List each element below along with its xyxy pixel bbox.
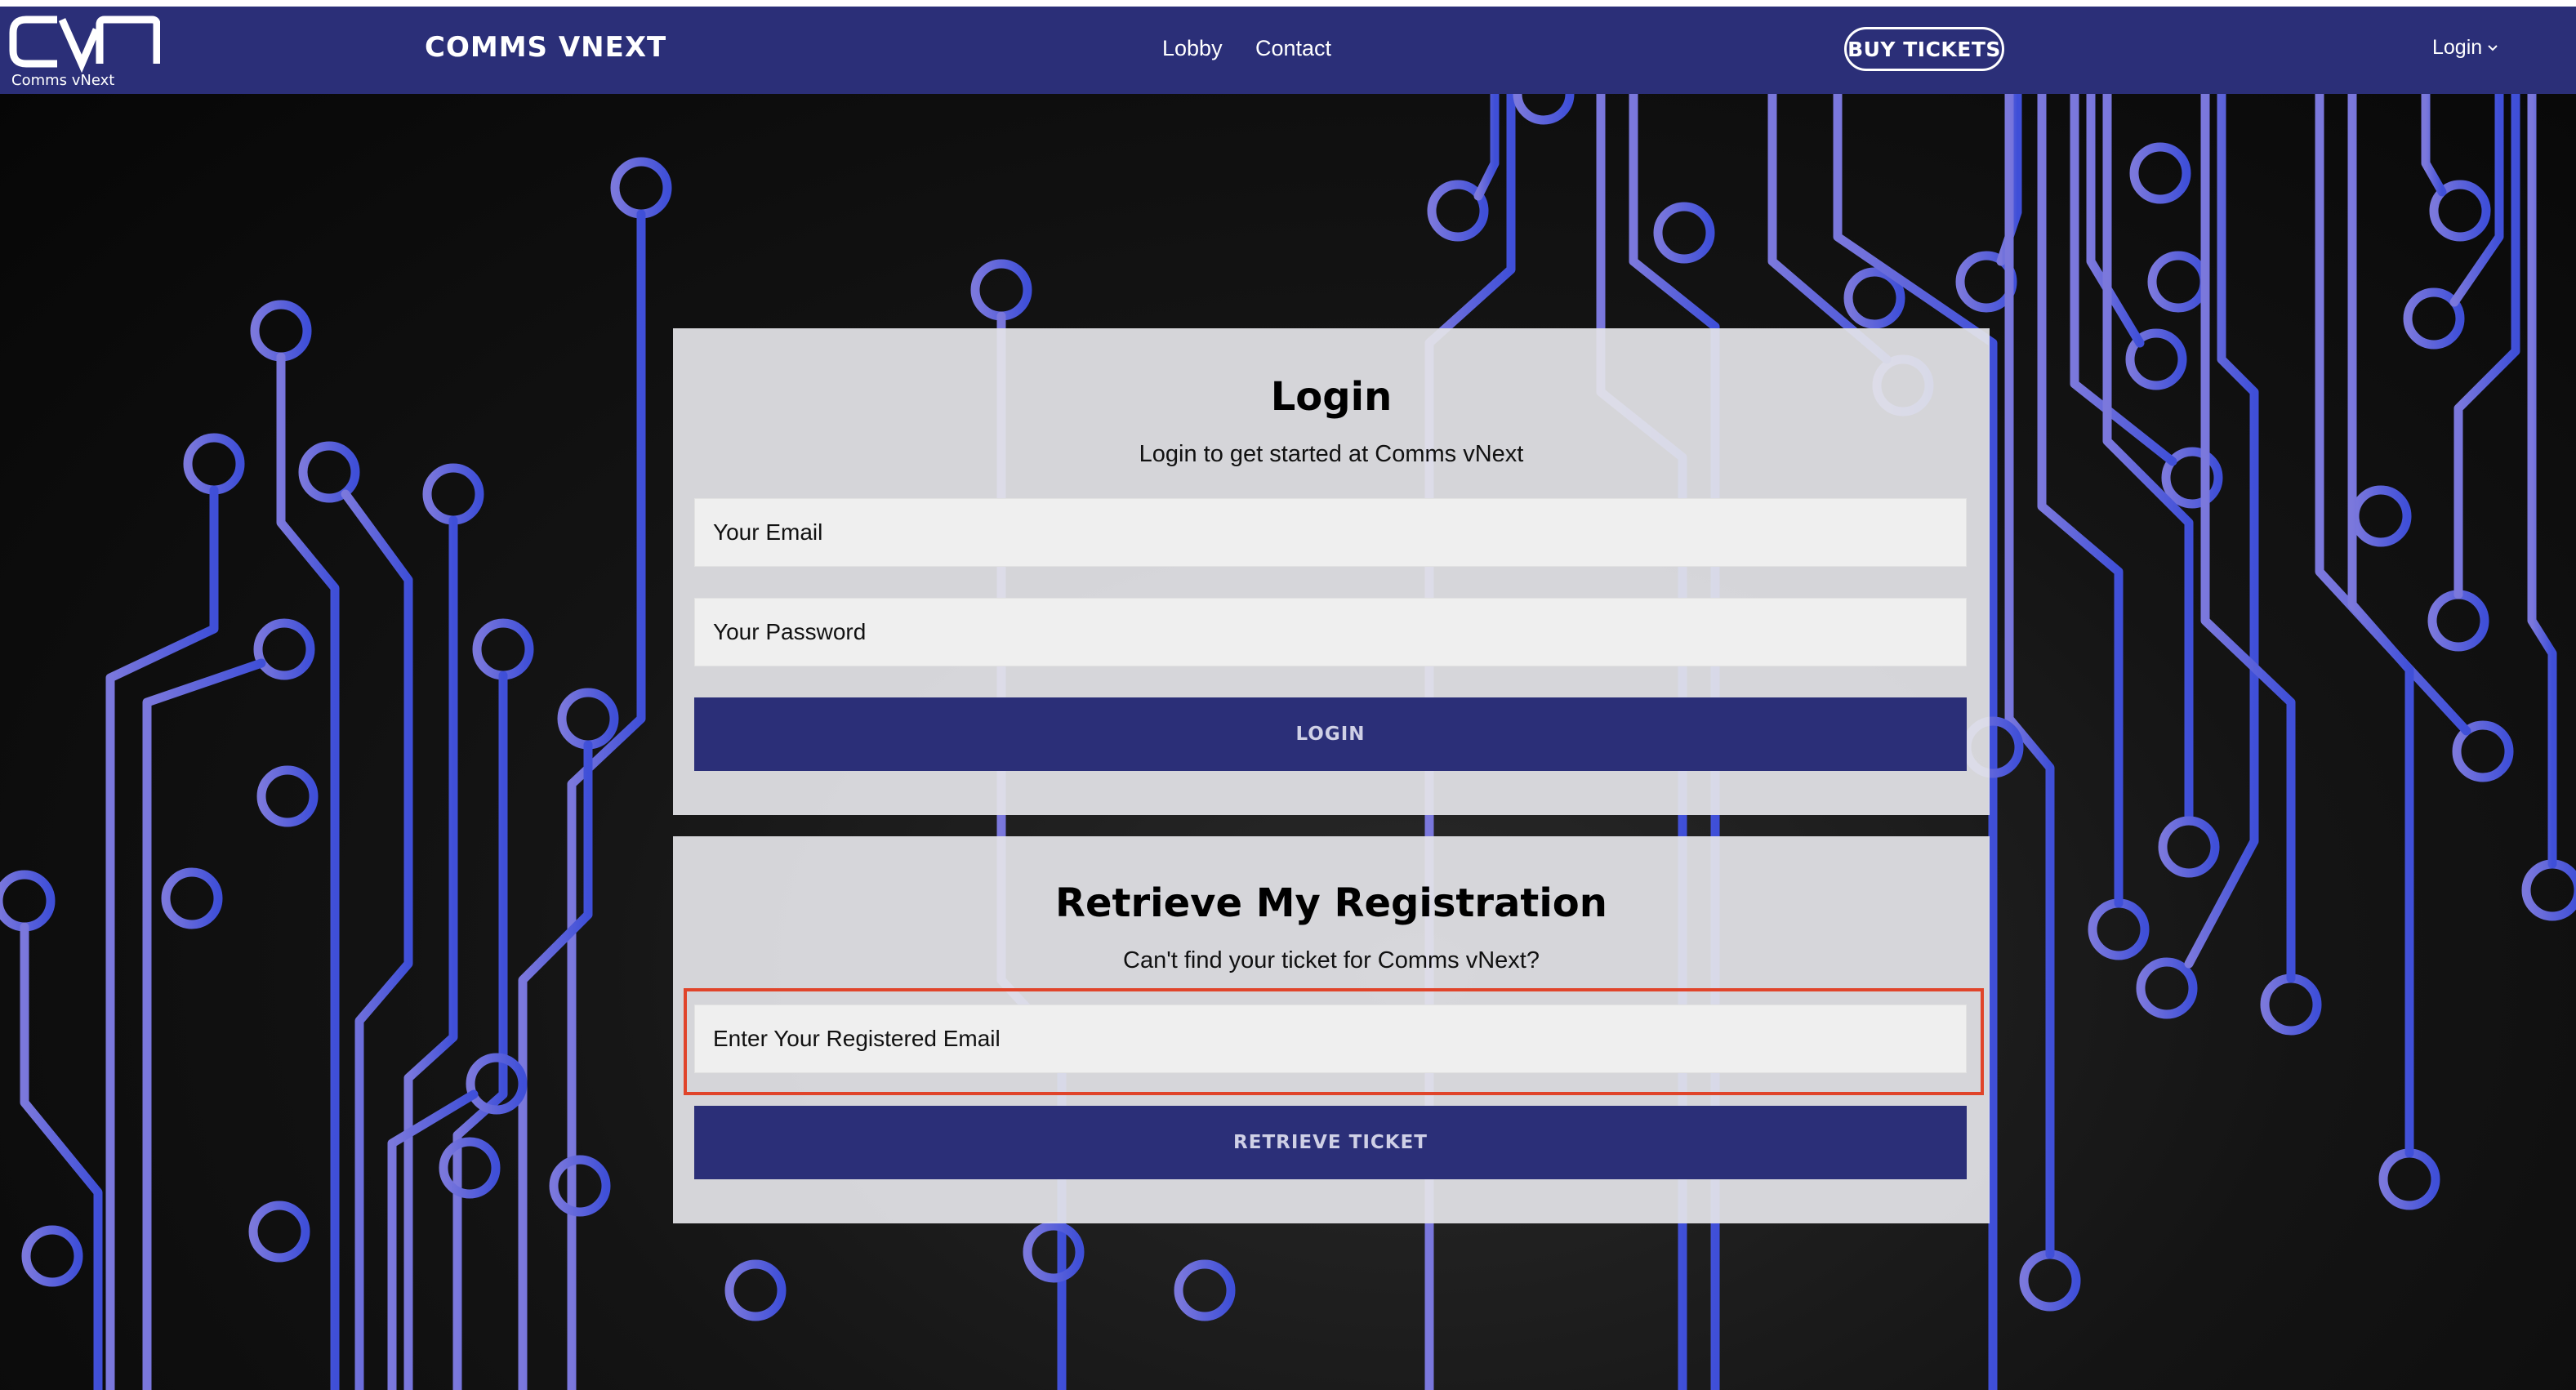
- login-panel: Login Login to get started at Comms vNex…: [673, 328, 1990, 815]
- retrieve-ticket-button[interactable]: RETRIEVE TICKET: [694, 1106, 1967, 1179]
- retrieve-subtitle: Can't find your ticket for Comms vNext?: [673, 947, 1990, 974]
- login-subtitle: Login to get started at Comms vNext: [673, 441, 1990, 468]
- login-subtitle-event: Comms vNext: [1375, 441, 1524, 467]
- email-input[interactable]: Your Email: [694, 498, 1967, 567]
- login-button[interactable]: LOGIN: [694, 697, 1967, 771]
- nav-link-lobby[interactable]: Lobby: [1162, 36, 1223, 61]
- logo[interactable]: Comms vNext: [8, 13, 161, 90]
- navbar: Comms vNext COMMS VNEXT Lobby Contact BU…: [0, 7, 2576, 94]
- login-menu[interactable]: Login: [2432, 36, 2498, 60]
- retrieve-title: Retrieve My Registration: [1055, 880, 1607, 926]
- brand-title[interactable]: COMMS VNEXT: [425, 31, 666, 64]
- login-menu-label: Login: [2432, 36, 2483, 59]
- highlight-box: [684, 988, 1984, 1095]
- top-strip: [0, 0, 2576, 7]
- logo-subtext: Comms vNext: [11, 72, 114, 89]
- retrieve-subtitle-prefix: Can't find your ticket for: [1123, 947, 1378, 973]
- login-subtitle-prefix: Login to get started at: [1139, 441, 1375, 467]
- retrieve-subtitle-event: Comms vNext?: [1377, 947, 1540, 973]
- chevron-down-icon: [2488, 44, 2498, 51]
- nav-link-contact[interactable]: Contact: [1255, 36, 1331, 61]
- login-title: Login: [1270, 374, 1393, 420]
- buy-tickets-button[interactable]: BUY TICKETS: [1844, 27, 2004, 71]
- password-input[interactable]: Your Password: [694, 598, 1967, 666]
